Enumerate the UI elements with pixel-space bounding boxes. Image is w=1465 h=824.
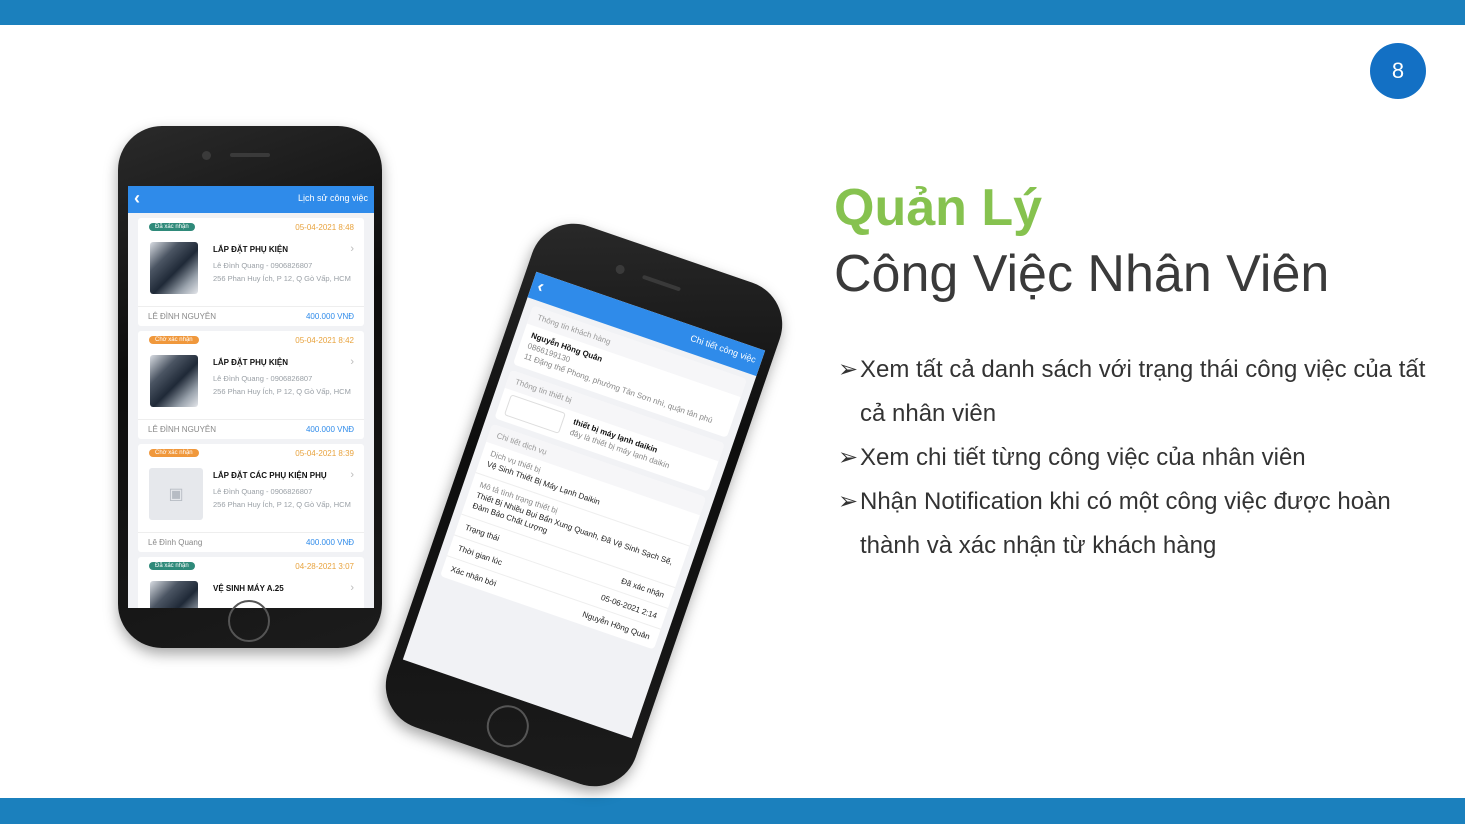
job-date: 04-28-2021 3:07 [295, 562, 354, 571]
slide-title-line2: Công Việc Nhân Viên [834, 245, 1330, 303]
status-badge: Đã xác nhận [149, 562, 195, 570]
job-card[interactable]: Chờ xác nhận 05-04-2021 8:39 ▣ LẮP ĐẶT C… [138, 444, 364, 552]
bullet-text: Xem chi tiết từng công việc của nhân viê… [860, 444, 1306, 471]
job-thumbnail [150, 242, 198, 294]
job-date: 05-04-2021 8:42 [295, 336, 354, 345]
phone-job-history: ‹ Lịch sử công việc Đã xác nhận 05-04-20… [118, 126, 382, 648]
job-employee: Lê Đình Quang [148, 538, 203, 547]
chevron-right-icon: › [350, 243, 354, 255]
job-thumbnail [150, 581, 198, 608]
speaker-grille [641, 274, 682, 292]
bullet-item: ➢ Xem tất cả danh sách với trạng thái cô… [838, 348, 1450, 436]
arrow-bullet-icon: ➢ [838, 444, 859, 471]
camera-icon [614, 263, 626, 276]
arrow-bullet-icon: ➢ [838, 356, 859, 383]
bullet-item: ➢ Xem chi tiết từng công việc của nhân v… [838, 436, 1450, 480]
job-contact: Lê Đình Quang - 0906826807 [213, 374, 313, 383]
job-title: VỆ SINH MÁY A.25 [213, 584, 284, 593]
arrow-bullet-icon: ➢ [838, 488, 859, 515]
bullet-item: ➢ Nhận Notification khi có một công việc… [838, 480, 1450, 568]
job-history-screen: ‹ Lịch sử công việc Đã xác nhận 05-04-20… [128, 186, 374, 608]
chevron-right-icon: › [350, 469, 354, 481]
top-band [0, 0, 1465, 25]
job-price: 400.000 VNĐ [305, 312, 354, 321]
job-card[interactable]: Đã xác nhận 05-04-2021 8:48 LẮP ĐẶT PHỤ … [138, 218, 364, 326]
job-address: 256 Phan Huy Ích, P 12, Q Gò Vấp, HCM [213, 500, 351, 509]
camera-icon [202, 151, 211, 160]
image-placeholder-icon: ▣ [149, 468, 203, 520]
nav-title: Chi tiết công việc [689, 332, 758, 365]
job-price: 400.000 VNĐ [305, 538, 354, 547]
home-button[interactable] [228, 600, 270, 642]
job-title: LẮP ĐẶT PHỤ KIỆN [213, 245, 288, 254]
chevron-right-icon: › [350, 356, 354, 368]
status-badge: Chờ xác nhận [149, 449, 199, 457]
home-button[interactable] [481, 699, 535, 753]
nav-title: Lịch sử công việc [297, 193, 368, 203]
phone-job-detail: ‹ Chi tiết công việc Thông tin khách hàn… [373, 211, 795, 799]
job-address: 256 Phan Huy Ích, P 12, Q Gò Vấp, HCM [213, 274, 351, 283]
status-badge: Chờ xác nhận [149, 336, 199, 344]
job-detail-screen: ‹ Chi tiết công việc Thông tin khách hàn… [402, 271, 766, 739]
status-badge: Đã xác nhận [149, 223, 195, 231]
back-chevron-icon[interactable]: ‹ [535, 276, 547, 298]
job-title: LẮP ĐẶT CÁC PHỤ KIỆN PHỤ [213, 471, 327, 480]
job-contact: Lê Đình Quang - 0906826807 [213, 261, 313, 270]
speaker-grille [230, 153, 270, 157]
job-title: LẮP ĐẶT PHỤ KIỆN [213, 358, 288, 367]
job-address: 256 Phan Huy Ích, P 12, Q Gò Vấp, HCM [213, 387, 351, 396]
job-thumbnail [150, 355, 198, 407]
page-number-badge: 8 [1370, 43, 1426, 99]
job-employee: LÊ ĐÌNH NGUYÊN [148, 312, 217, 321]
job-date: 05-04-2021 8:48 [295, 223, 354, 232]
bullet-text: Xem tất cả danh sách với trạng thái công… [860, 356, 1426, 427]
job-card[interactable]: Chờ xác nhận 05-04-2021 8:42 LẮP ĐẶT PHỤ… [138, 331, 364, 439]
job-employee: LÊ ĐÌNH NGUYÊN [148, 425, 217, 434]
job-price: 400.000 VNĐ [305, 425, 354, 434]
navbar: ‹ Lịch sử công việc [128, 186, 374, 213]
bullet-text: Nhận Notification khi có một công việc đ… [860, 488, 1391, 559]
bullet-list: ➢ Xem tất cả danh sách với trạng thái cô… [838, 348, 1450, 568]
chevron-right-icon: › [350, 582, 354, 594]
back-chevron-icon[interactable]: ‹ [134, 188, 140, 209]
job-contact: Lê Đình Quang - 0906826807 [213, 487, 313, 496]
job-date: 05-04-2021 8:39 [295, 449, 354, 458]
slide-title-line1: Quản Lý [834, 179, 1043, 237]
bottom-band [0, 798, 1465, 824]
